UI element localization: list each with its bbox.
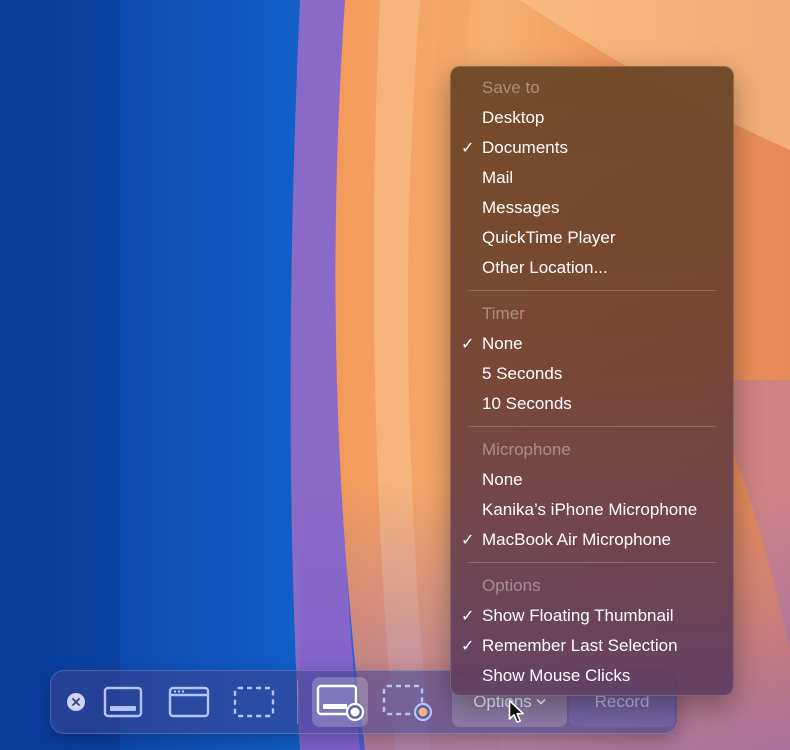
- menu-item-timer-none[interactable]: ✓ None: [450, 329, 734, 359]
- menu-item-label: Show Floating Thumbnail: [482, 606, 674, 625]
- toolbar-divider: [297, 680, 298, 724]
- record-entire-screen-button[interactable]: [312, 677, 368, 727]
- menu-item-quicktime-player[interactable]: QuickTime Player: [450, 223, 734, 253]
- capture-window-button[interactable]: [161, 677, 217, 727]
- menu-item-label: 5 Seconds: [482, 364, 563, 383]
- menu-item-label: Desktop: [482, 108, 545, 127]
- menu-item-label: None: [482, 470, 523, 489]
- selection-icon: [233, 686, 275, 718]
- menu-item-label: Kanika’s iPhone Microphone: [482, 500, 698, 519]
- menu-separator: [468, 290, 716, 291]
- options-menu: Save to Desktop ✓ Documents Mail Message…: [450, 66, 734, 696]
- menu-item-label: Documents: [482, 138, 568, 157]
- menu-item-documents[interactable]: ✓ Documents: [450, 133, 734, 163]
- record-screen-icon: [316, 684, 365, 721]
- menu-item-label: QuickTime Player: [482, 228, 616, 247]
- menu-item-label: Messages: [482, 198, 560, 217]
- mouse-pointer-icon: [508, 699, 524, 723]
- menu-item-show-floating-thumbnail[interactable]: ✓ Show Floating Thumbnail: [450, 601, 734, 631]
- checkmark-icon: ✓: [461, 638, 475, 655]
- menu-item-macbook-air-microphone[interactable]: ✓ MacBook Air Microphone: [450, 525, 734, 555]
- menu-item-label: Show Mouse Clicks: [482, 666, 631, 685]
- save-to-header: Save to: [482, 78, 540, 97]
- menu-item-label: Other Location...: [482, 258, 608, 277]
- close-icon: [72, 698, 80, 706]
- chevron-down-icon: [536, 699, 546, 705]
- menu-item-label: MacBook Air Microphone: [482, 530, 671, 549]
- menu-separator: [468, 426, 716, 427]
- timer-header: Timer: [482, 304, 525, 323]
- capture-entire-screen-button[interactable]: [95, 677, 151, 727]
- window-icon: [168, 686, 210, 718]
- menu-item-10-seconds[interactable]: 10 Seconds: [450, 389, 734, 419]
- menu-item-show-mouse-clicks[interactable]: Show Mouse Clicks: [450, 661, 734, 691]
- menu-separator: [468, 562, 716, 563]
- menu-item-label: Mail: [482, 168, 514, 187]
- entire-screen-icon: [103, 686, 143, 718]
- close-toolbar-button[interactable]: [67, 693, 85, 711]
- menu-item-other-location[interactable]: Other Location...: [450, 253, 734, 283]
- menu-item-label: Remember Last Selection: [482, 636, 678, 655]
- menu-item-messages[interactable]: Messages: [450, 193, 734, 223]
- record-selection-icon: [382, 684, 433, 721]
- menu-item-5-seconds[interactable]: 5 Seconds: [450, 359, 734, 389]
- menu-item-iphone-microphone[interactable]: Kanika’s iPhone Microphone: [450, 495, 734, 525]
- checkmark-icon: ✓: [461, 608, 475, 625]
- menu-item-mail[interactable]: Mail: [450, 163, 734, 193]
- menu-item-microphone-none[interactable]: None: [450, 465, 734, 495]
- menu-item-desktop[interactable]: Desktop: [450, 103, 734, 133]
- menu-item-label: None: [482, 334, 523, 353]
- checkmark-icon: ✓: [461, 532, 475, 549]
- menu-item-remember-last-selection[interactable]: ✓ Remember Last Selection: [450, 631, 734, 661]
- menu-item-label: 10 Seconds: [482, 394, 572, 413]
- checkmark-icon: ✓: [461, 336, 475, 353]
- options-header: Options: [482, 576, 541, 595]
- microphone-header: Microphone: [482, 440, 571, 459]
- record-selection-button[interactable]: [379, 677, 435, 727]
- capture-selection-button[interactable]: [226, 677, 282, 727]
- checkmark-icon: ✓: [461, 140, 475, 157]
